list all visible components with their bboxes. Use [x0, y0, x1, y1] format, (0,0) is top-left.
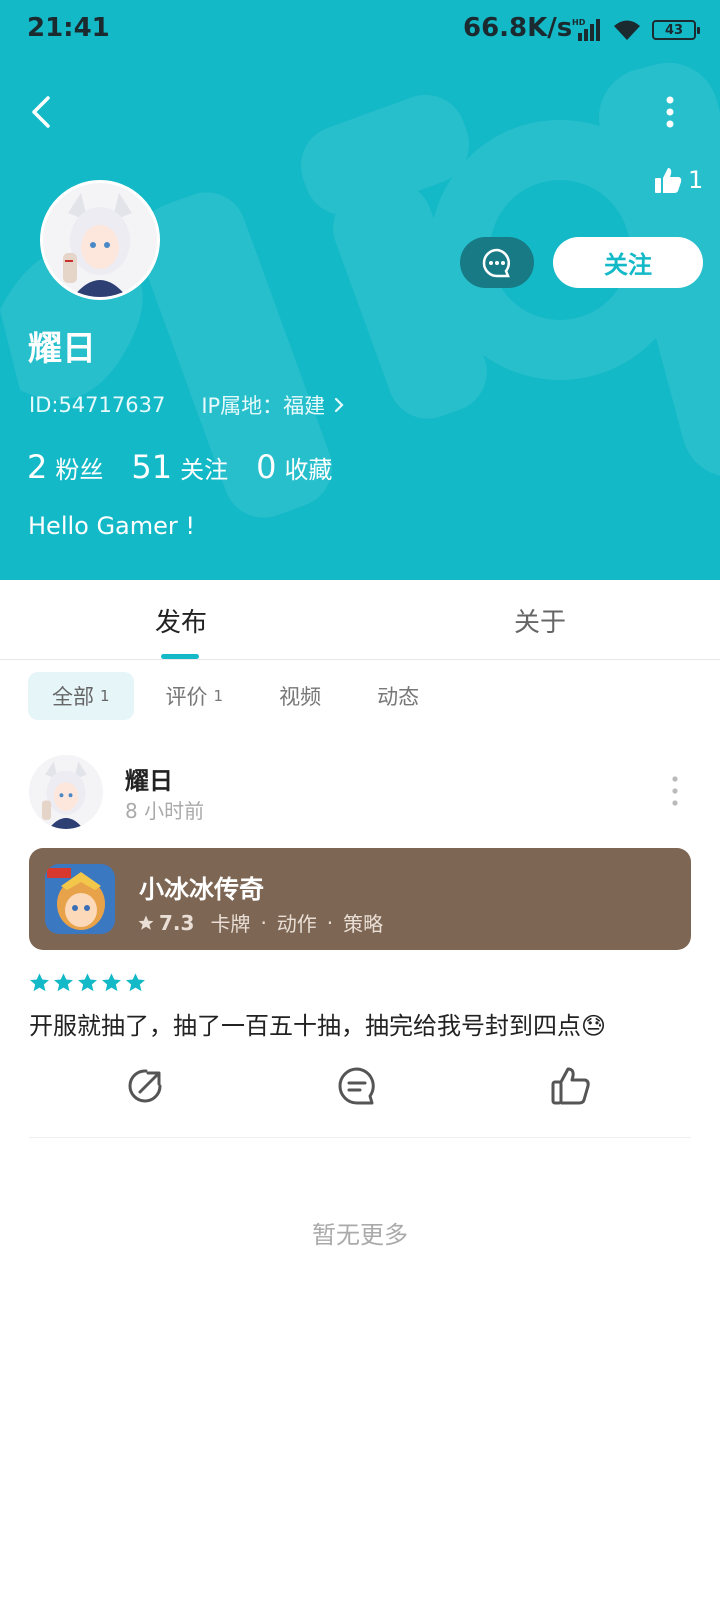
- signal-icon: HD: [572, 18, 600, 41]
- thumb-up-icon: [655, 168, 682, 193]
- stat-label: 粉丝: [55, 456, 104, 484]
- game-meta: 7.3 卡牌 · 动作 · 策略: [137, 908, 383, 937]
- post-username[interactable]: 耀日: [125, 761, 173, 796]
- tag-separator: ·: [260, 910, 267, 935]
- filter-video[interactable]: 视频: [255, 672, 345, 720]
- user-id: ID:54717637: [29, 393, 166, 417]
- avatar-image: [43, 183, 157, 297]
- star-icon: [78, 973, 97, 992]
- game-score: 7.3: [159, 910, 195, 935]
- ip-location[interactable]: IP属地：福建: [201, 390, 347, 420]
- chevron-right-icon: [335, 397, 344, 413]
- back-icon[interactable]: [22, 92, 62, 132]
- avatar-image: [29, 755, 103, 829]
- star-icon: [138, 915, 154, 930]
- stat-label: 收藏: [284, 456, 333, 484]
- filter-label: 全部: [52, 685, 94, 709]
- game-card[interactable]: 小冰冰传奇 7.3 卡牌 · 动作 · 策略: [29, 848, 691, 950]
- profile-stats: 2 粉丝 51 关注 0 收藏: [27, 448, 360, 486]
- profile-like-count[interactable]: 1: [654, 166, 703, 194]
- post-content: 开服就抽了，抽了一百五十抽，抽完给我号封到四点😓: [29, 1012, 607, 1040]
- filter-moment[interactable]: 动态: [353, 672, 443, 720]
- profile-username: 耀日: [28, 329, 96, 369]
- game-tag: 动作: [276, 912, 317, 936]
- game-tag: 策略: [343, 912, 384, 936]
- star-icon: [102, 973, 121, 992]
- message-button[interactable]: [460, 237, 534, 288]
- game-tag: 卡牌: [210, 912, 251, 936]
- star-icon: [54, 973, 73, 992]
- follow-button[interactable]: 关注: [553, 237, 703, 288]
- filter-chips: 全部 1 评价 1 视频 动态: [28, 672, 451, 720]
- status-time: 21:41: [27, 13, 110, 43]
- battery-icon: 43: [652, 20, 700, 40]
- star-icon: [30, 973, 49, 992]
- wifi-icon: [614, 20, 640, 40]
- stat-following[interactable]: 51 关注: [131, 448, 228, 486]
- battery-level: 43: [664, 22, 684, 38]
- star-icon: [126, 973, 145, 992]
- profile-id-line: ID:54717637 IP属地：福建: [29, 390, 347, 420]
- post-divider: [29, 1137, 691, 1138]
- svg-text:HD: HD: [572, 18, 586, 27]
- more-vertical-icon[interactable]: [665, 773, 685, 809]
- tag-separator: ·: [326, 910, 334, 935]
- like-count: 1: [688, 166, 704, 194]
- stat-number: 2: [27, 448, 48, 486]
- filter-review[interactable]: 评价 1: [142, 672, 248, 720]
- filter-count: 1: [100, 687, 110, 705]
- stat-number: 0: [256, 448, 277, 486]
- game-icon-image: [45, 864, 115, 934]
- share-icon[interactable]: [124, 1064, 168, 1108]
- rating-stars: [29, 972, 146, 993]
- tab-indicator: [161, 654, 199, 659]
- profile-header: 21:41 66.8K/s HD 43 1 关注 耀日 ID:54717637 …: [0, 0, 720, 580]
- ip-location-text: IP属地：福建: [201, 394, 326, 418]
- game-icon: [45, 864, 115, 934]
- profile-tabs: 发布 关于: [0, 580, 720, 660]
- tab-about[interactable]: 关于: [514, 602, 566, 639]
- filter-label: 动态: [377, 685, 420, 709]
- filter-label: 评价: [165, 685, 208, 709]
- profile-avatar[interactable]: [40, 180, 160, 300]
- stat-favorites[interactable]: 0 收藏: [256, 448, 332, 486]
- chat-bubble-icon: [482, 248, 511, 277]
- filter-label: 视频: [279, 685, 322, 709]
- stat-fans[interactable]: 2 粉丝: [27, 448, 103, 486]
- filter-count: 1: [213, 687, 224, 705]
- profile-bio: Hello Gamer !: [28, 512, 196, 540]
- status-icons: HD 43: [572, 16, 700, 44]
- post-avatar[interactable]: [29, 755, 103, 829]
- tab-post[interactable]: 发布: [155, 602, 207, 639]
- more-vertical-icon[interactable]: [652, 92, 688, 132]
- stat-number: 51: [131, 448, 173, 486]
- post-actions: [0, 1064, 720, 1124]
- game-name: 小冰冰传奇: [139, 875, 265, 904]
- post-time: 8 小时前: [125, 799, 205, 823]
- filter-all[interactable]: 全部 1: [28, 672, 134, 720]
- stat-label: 关注: [180, 456, 229, 484]
- comment-icon[interactable]: [335, 1064, 379, 1108]
- status-bar: 21:41 66.8K/s HD 43: [0, 0, 720, 60]
- like-icon[interactable]: [549, 1064, 593, 1108]
- network-speed: 66.8K/s: [463, 13, 573, 43]
- no-more-text: 暂无更多: [312, 1221, 408, 1249]
